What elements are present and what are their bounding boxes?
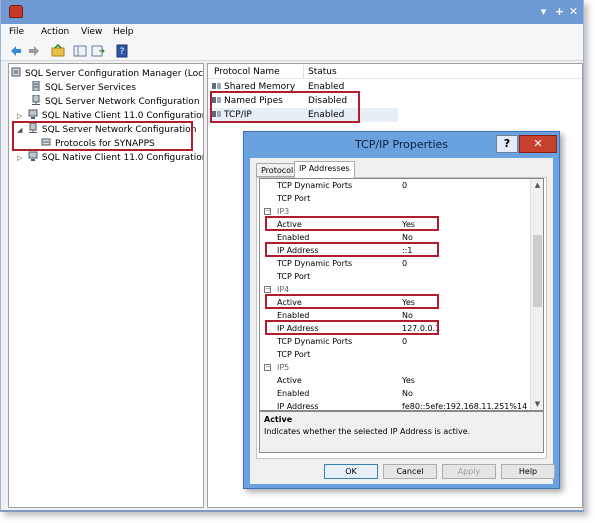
scroll-down-icon[interactable]: ▼: [533, 400, 542, 408]
menu-help[interactable]: Help: [113, 27, 134, 37]
ok-button[interactable]: OK: [324, 464, 378, 479]
active-highlight-box: [265, 294, 439, 309]
list-highlight-box: [210, 91, 360, 123]
column-divider[interactable]: [303, 65, 304, 78]
tree-item-label: SQL Server Services: [45, 83, 136, 93]
scroll-up-icon[interactable]: ▲: [533, 181, 542, 189]
back-arrow-icon[interactable]: [9, 44, 23, 58]
menu-file[interactable]: File: [9, 27, 24, 37]
property-name: TCP Dynamic Ports: [277, 181, 353, 190]
property-row[interactable]: Active Yes: [260, 374, 528, 387]
help-button[interactable]: Help: [501, 464, 555, 479]
column-header-status[interactable]: Status: [308, 67, 337, 80]
menu-view[interactable]: View: [81, 27, 102, 37]
scroll-thumb[interactable]: [533, 235, 542, 307]
config-manager-icon: [11, 67, 21, 77]
property-row[interactable]: TCP Port: [260, 192, 528, 205]
property-name: TCP Dynamic Ports: [277, 259, 353, 268]
expand-arrow-icon[interactable]: ▷: [17, 152, 25, 165]
forward-arrow-icon[interactable]: [27, 44, 41, 58]
tree-root-label: SQL Server Configuration Manager (Local): [25, 69, 204, 79]
property-value: fe80::5efe:192.168.11.251%14: [402, 402, 528, 411]
property-row[interactable]: TCP Dynamic Ports 0: [260, 335, 528, 348]
menu-action[interactable]: Action: [41, 27, 69, 37]
property-row[interactable]: TCP Dynamic Ports 0: [260, 179, 528, 192]
svg-text:?: ?: [120, 47, 125, 57]
property-row[interactable]: IP Address fe80::5efe:192.168.11.251%14: [260, 400, 528, 411]
cancel-button[interactable]: Cancel: [383, 464, 437, 479]
property-value: 0: [402, 181, 408, 190]
export-list-icon[interactable]: [91, 44, 105, 58]
property-name: TCP Port: [277, 272, 311, 281]
minimize-icon[interactable]: ▾: [537, 5, 550, 18]
group-label: IP5: [277, 363, 290, 372]
property-row[interactable]: TCP Port: [260, 348, 528, 361]
collapse-group-icon[interactable]: −: [264, 286, 271, 293]
property-value: 0: [402, 337, 408, 346]
tree-item-label: SQL Native Client 11.0 Configuration (32…: [41, 111, 204, 121]
close-window-icon[interactable]: ✕: [567, 5, 580, 18]
title-bar[interactable]: ▾ + ✕: [1, 0, 583, 24]
dialog-close-icon[interactable]: ✕: [519, 135, 557, 153]
ip-address-highlight-box: [265, 320, 439, 335]
tree-highlight-box: [12, 121, 193, 151]
restore-icon[interactable]: +: [553, 5, 566, 18]
tree-item-native-client[interactable]: ▷ SQL Native Client 11.0 Configuration: [17, 151, 204, 165]
help-book-icon[interactable]: ?: [115, 44, 129, 58]
app-icon: [9, 5, 23, 18]
collapse-group-icon[interactable]: −: [264, 364, 271, 371]
tcpip-properties-dialog: TCP/IP Properties ? ✕ Protocol IP Addres…: [243, 131, 560, 489]
toolbar: ?: [1, 42, 583, 61]
show-hide-tree-icon[interactable]: [73, 44, 87, 58]
console-tree: SQL Server Configuration Manager (Local)…: [8, 63, 204, 508]
dialog-body: Protocol IP Addresses TCP Dynamic Ports 0…: [250, 158, 555, 484]
tree-item-label: SQL Native Client 11.0 Configuration: [41, 153, 204, 163]
protocol-icon: [212, 83, 221, 89]
property-name: Active: [277, 376, 302, 385]
up-folder-icon[interactable]: [51, 44, 65, 58]
description-text: Indicates whether the selected IP Addres…: [264, 427, 471, 436]
property-name: TCP Port: [277, 350, 311, 359]
native-client-icon: [28, 151, 38, 161]
property-name: TCP Dynamic Ports: [277, 337, 353, 346]
property-group-ip5[interactable]: − IP5: [260, 361, 528, 374]
tab-protocol[interactable]: Protocol: [256, 163, 299, 177]
server-services-icon: [32, 81, 40, 91]
description-title: Active: [264, 415, 293, 424]
tree-root[interactable]: SQL Server Configuration Manager (Local): [11, 67, 204, 80]
apply-button[interactable]: Apply: [442, 464, 496, 479]
property-row[interactable]: TCP Port: [260, 270, 528, 283]
native-client-icon: [28, 109, 38, 119]
tree-item-label: SQL Server Network Configuration (32bit: [45, 97, 203, 107]
property-grid: TCP Dynamic Ports 0 TCP Port − IP3 Active Y…: [259, 178, 544, 411]
property-row[interactable]: TCP Dynamic Ports 0: [260, 257, 528, 270]
description-panel: Active Indicates whether the selected IP…: [259, 411, 544, 453]
collapse-group-icon[interactable]: −: [264, 208, 271, 215]
property-value: No: [402, 389, 413, 398]
property-value: 0: [402, 259, 408, 268]
active-highlight-box: [265, 216, 439, 231]
property-name: TCP Port: [277, 194, 311, 203]
property-name: IP Address: [277, 402, 319, 411]
ip-address-highlight-box: [265, 242, 439, 257]
property-name: Enabled: [277, 389, 310, 398]
property-row[interactable]: Enabled No: [260, 387, 528, 400]
vertical-scrollbar[interactable]: ▲ ▼: [530, 179, 543, 410]
tree-item-server-services[interactable]: SQL Server Services: [31, 81, 136, 94]
property-value: Yes: [402, 376, 415, 385]
tree-item-network-config-32bit[interactable]: SQL Server Network Configuration (32bit: [31, 95, 203, 108]
menu-bar: File Action View Help: [1, 24, 583, 42]
tab-ip-addresses[interactable]: IP Addresses: [294, 161, 355, 178]
column-header-protocol[interactable]: Protocol Name: [214, 67, 280, 80]
network-config-icon: [32, 95, 40, 105]
dialog-help-icon[interactable]: ?: [496, 135, 518, 153]
